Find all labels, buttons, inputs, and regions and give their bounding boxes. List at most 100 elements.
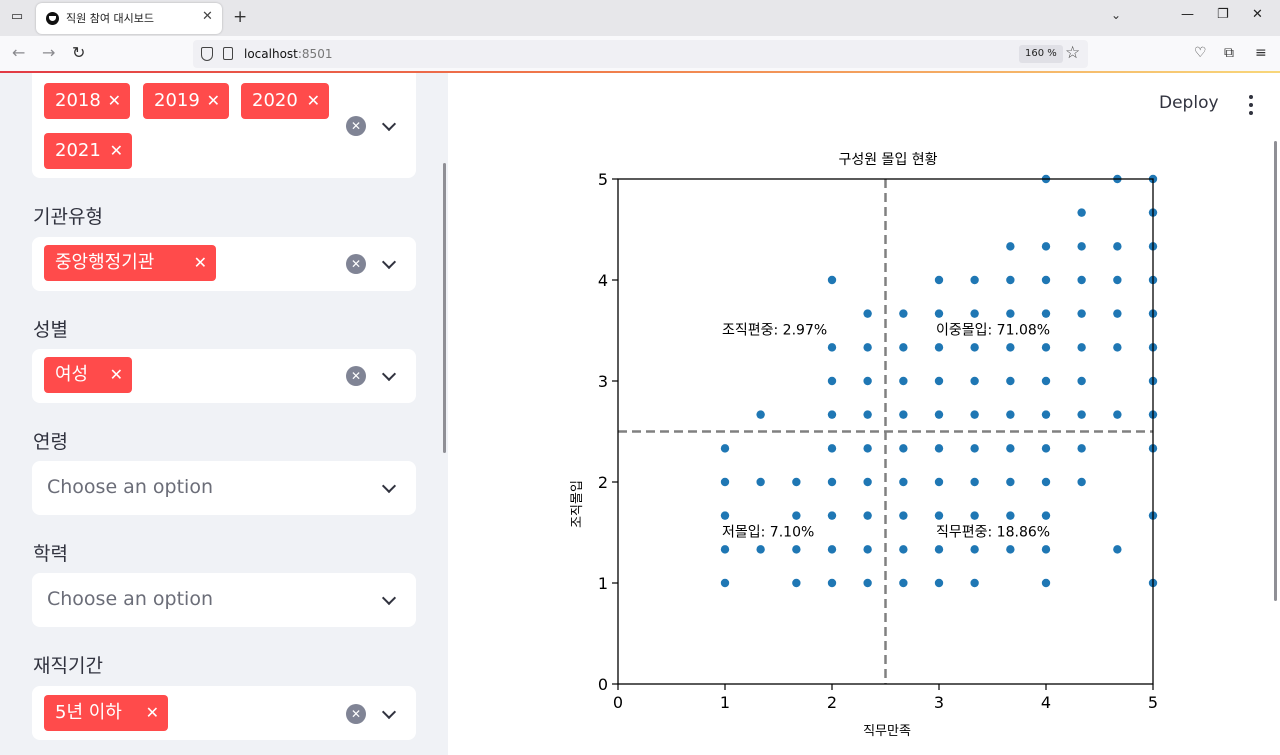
chip-remove-icon[interactable]: ✕	[194, 245, 207, 281]
shield-icon[interactable]	[201, 47, 213, 61]
pocket-icon[interactable]: ♡	[1194, 45, 1207, 61]
year-multiselect[interactable]: 2018 ✕ 2019 ✕ 2020 ✕ 2021 ✕ ✕	[32, 73, 416, 178]
scatter-point	[1006, 511, 1015, 520]
url-bar[interactable]: localhost:8501 160 % ☆	[193, 40, 1088, 68]
list-all-tabs-icon[interactable]: ⌄	[1111, 8, 1121, 22]
scatter-point	[720, 444, 730, 453]
chevron-down-icon[interactable]	[382, 593, 396, 607]
sidebar-scrollbar[interactable]	[443, 163, 446, 453]
clear-all-icon[interactable]: ✕	[346, 704, 366, 724]
scatter-point	[899, 309, 908, 318]
quadrant-annotation: 조직편중: 2.97%	[722, 323, 827, 339]
chip-org-type: 중앙행정기관 ✕	[44, 245, 216, 281]
x-tick-label: 5	[1148, 693, 1158, 712]
main-content: Deploy 구성원 몰입 현황 조직편중: 2.97% 이중몰입: 71.08%…	[448, 73, 1280, 755]
threshold-lines	[618, 179, 1153, 684]
scatter-point	[1006, 376, 1015, 386]
tenure-multiselect[interactable]: 5년 이하 ✕ ✕	[32, 686, 416, 740]
scatter-point	[827, 376, 837, 386]
app-menu-icon[interactable]: ≡	[1255, 45, 1267, 61]
quadrant-annotation: 직무편중: 18.86%	[936, 525, 1050, 541]
scatter-point	[970, 343, 979, 352]
scatter-point	[720, 578, 730, 588]
scatter-point	[934, 545, 944, 554]
chip-remove-icon[interactable]: ✕	[146, 695, 159, 731]
scatter-point	[899, 545, 908, 554]
x-axis-ticks: 0 1 2 3 4 5	[613, 684, 1158, 712]
gender-multiselect[interactable]: 여성 ✕ ✕	[32, 349, 416, 403]
scatter-point	[970, 477, 979, 487]
chip-remove-icon[interactable]: ✕	[110, 357, 123, 393]
chip-label: 2021	[55, 140, 101, 161]
chevron-down-icon[interactable]	[382, 119, 396, 133]
chevron-down-icon[interactable]	[382, 707, 396, 721]
org-type-multiselect[interactable]: 중앙행정기관 ✕ ✕	[32, 237, 416, 291]
scatter-point	[1041, 578, 1051, 588]
scatter-point	[1113, 275, 1122, 285]
sidebar: 2018 ✕ 2019 ✕ 2020 ✕ 2021 ✕ ✕ 기관유형 중앙행정기관 ✕ ✕…	[0, 73, 448, 755]
scatter-point	[970, 376, 979, 386]
chip-year: 2018 ✕	[44, 83, 130, 119]
clear-all-icon[interactable]: ✕	[346, 254, 366, 274]
scatter-point	[970, 545, 979, 554]
minimize-icon[interactable]: —	[1181, 7, 1194, 22]
main-scrollbar[interactable]	[1274, 141, 1277, 601]
browser-tab[interactable]: 직원 참여 대시보드 ✕	[36, 3, 222, 34]
window-close-icon[interactable]: ✕	[1252, 7, 1263, 22]
scatter-point	[1006, 545, 1015, 554]
restore-icon[interactable]: ❐	[1217, 7, 1229, 22]
clear-all-icon[interactable]: ✕	[346, 116, 366, 136]
page-info-icon[interactable]	[223, 47, 233, 60]
main-menu-icon[interactable]	[1248, 95, 1254, 115]
chip-remove-icon[interactable]: ✕	[207, 83, 220, 119]
chart-title: 구성원 몰입 현황	[838, 152, 937, 168]
scatter-point	[720, 545, 730, 554]
scatter-point	[1041, 511, 1051, 520]
chip-remove-icon[interactable]: ✕	[110, 133, 123, 169]
chip-remove-icon[interactable]: ✕	[307, 83, 320, 119]
chevron-down-icon[interactable]	[382, 481, 396, 495]
scatter-point	[863, 343, 872, 352]
scatter-point	[1041, 444, 1051, 453]
y-tick-label: 4	[598, 271, 608, 290]
quadrant-annotation: 저몰입: 7.10%	[722, 525, 814, 541]
scatter-point	[1006, 242, 1015, 251]
chevron-down-icon[interactable]	[382, 257, 396, 271]
scatter-point	[827, 578, 837, 588]
scatter-point	[1113, 410, 1122, 419]
reload-icon[interactable]: ↻	[72, 44, 85, 62]
scatter-point	[792, 545, 801, 554]
scatter-point	[1041, 309, 1051, 318]
x-tick-label: 0	[613, 693, 623, 712]
y-axis-ticks: 0 1 2 3 4 5	[598, 170, 618, 694]
scatter-point	[863, 410, 872, 419]
scatter-point	[1006, 410, 1015, 419]
age-multiselect[interactable]: Choose an option	[32, 461, 416, 515]
chevron-down-icon[interactable]	[382, 369, 396, 383]
zoom-level-badge[interactable]: 160 %	[1019, 45, 1063, 63]
scatter-point	[1077, 477, 1086, 487]
clear-all-icon[interactable]: ✕	[346, 366, 366, 386]
scatter-point	[934, 477, 944, 487]
scatter-point	[1006, 275, 1015, 285]
extensions-icon[interactable]: ⧉	[1224, 45, 1234, 61]
scatter-point	[1077, 343, 1086, 352]
scatter-point	[1113, 309, 1122, 318]
tab-overview-icon[interactable]: ▭	[8, 8, 26, 26]
browser-window: ▭ 직원 참여 대시보드 ✕ + ⌄ — ❐ ✕ ← → ↻ localhost…	[0, 0, 1280, 755]
chip-remove-icon[interactable]: ✕	[108, 83, 121, 119]
scatter-point	[1041, 242, 1051, 251]
tab-close-icon[interactable]: ✕	[202, 9, 213, 24]
back-arrow-icon[interactable]: ←	[12, 44, 25, 62]
scatter-point	[863, 477, 872, 487]
scatter-point	[827, 444, 837, 453]
deploy-button[interactable]: Deploy	[1159, 93, 1219, 113]
x-tick-label: 2	[827, 693, 837, 712]
scatter-point	[863, 309, 872, 318]
bookmark-star-icon[interactable]: ☆	[1065, 43, 1080, 63]
education-multiselect[interactable]: Choose an option	[32, 573, 416, 627]
scatter-point	[1006, 309, 1015, 318]
new-tab-icon[interactable]: +	[233, 7, 247, 27]
url-text[interactable]: localhost:8501	[244, 47, 332, 61]
forward-arrow-icon[interactable]: →	[42, 44, 55, 62]
